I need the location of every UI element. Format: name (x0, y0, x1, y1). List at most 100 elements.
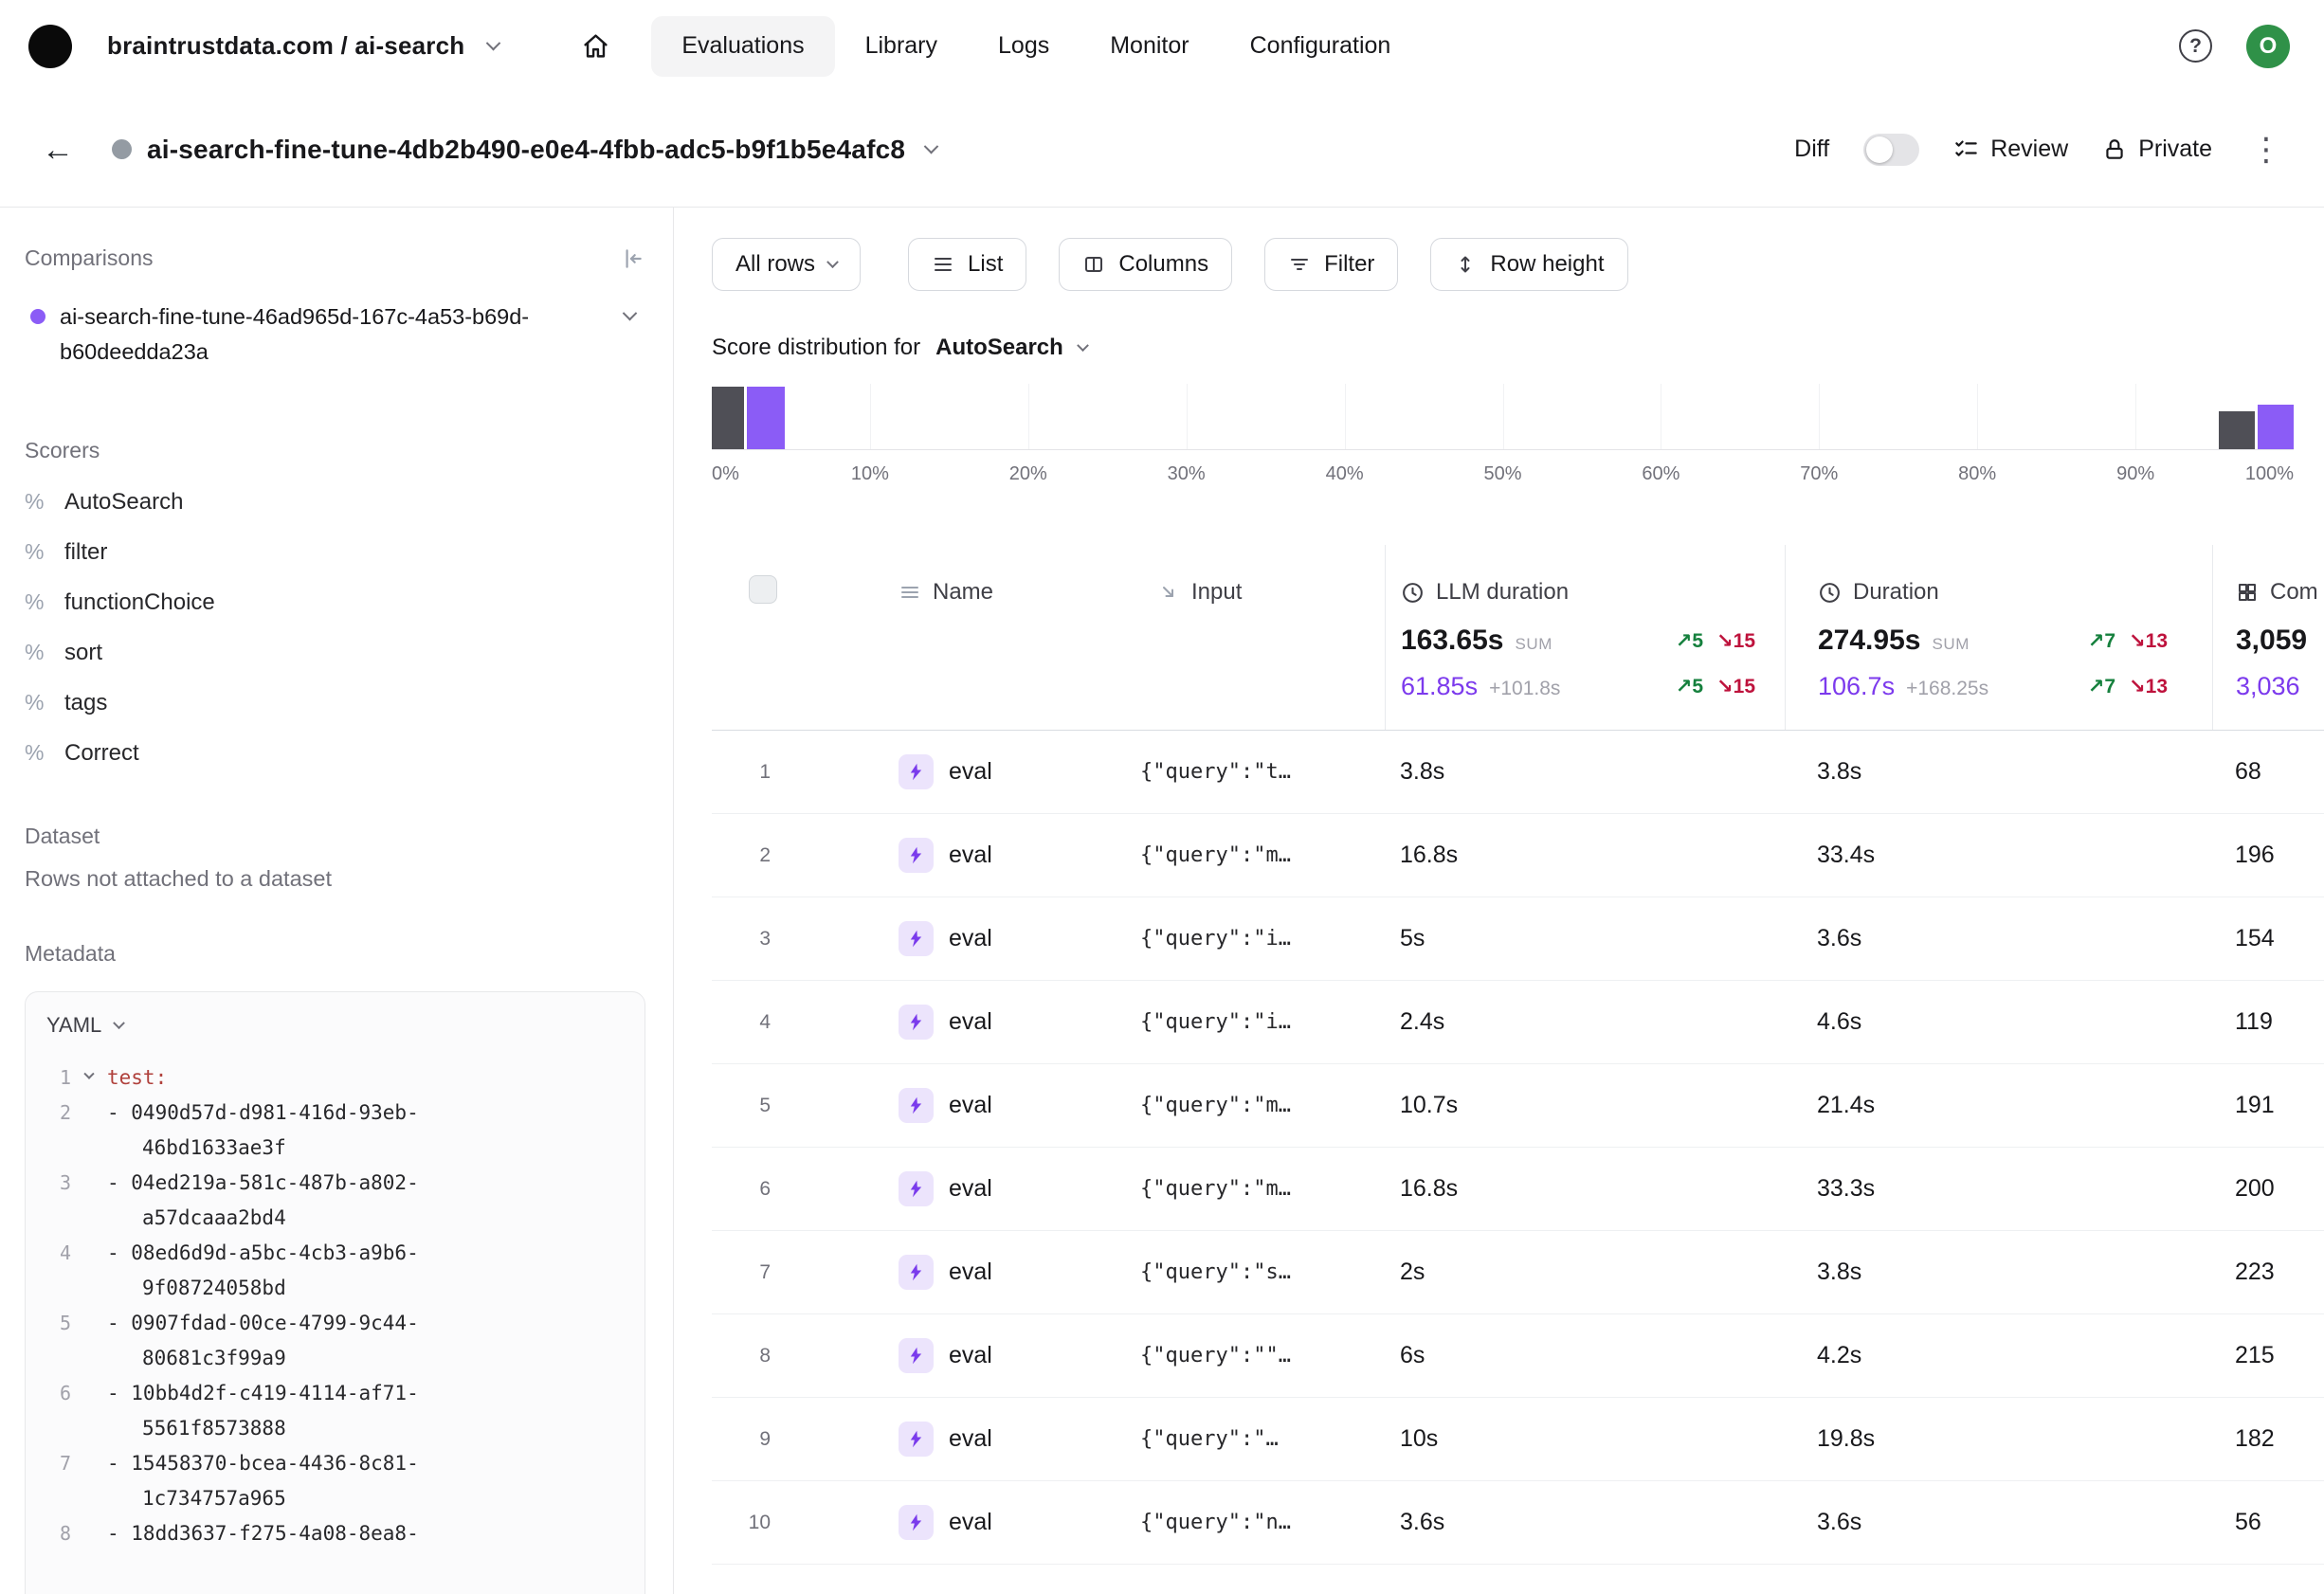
collapse-panel-icon[interactable] (620, 246, 645, 271)
yaml-format-select[interactable]: YAML (26, 992, 645, 1049)
chevron-down-icon[interactable] (924, 139, 939, 154)
row-duration: 33.4s (1785, 842, 2212, 869)
table-row[interactable]: 10 eval {"query":"n… 3.6s 3.6s 56 (712, 1481, 2324, 1565)
row-completion: 215 (2212, 1342, 2324, 1369)
rows-icon (899, 581, 921, 604)
select-all-checkbox[interactable] (749, 575, 777, 604)
trend-down: ↘13 (2129, 629, 2168, 653)
llm-delta: 61.85s (1401, 672, 1478, 701)
collapse-line-icon[interactable] (83, 1069, 94, 1079)
score-distribution-dropdown[interactable]: Score distribution for AutoSearch (712, 335, 2324, 361)
review-checklist-icon (1953, 136, 1979, 162)
table-row[interactable]: 2 eval {"query":"m… 16.8s 33.4s 196 (712, 814, 2324, 897)
scorer-correct[interactable]: % Correct (25, 728, 645, 778)
dataset-title: Dataset (25, 824, 645, 849)
private-button[interactable]: Private (2102, 136, 2212, 163)
column-header-completion[interactable]: Com 3,059 3,036 (2212, 545, 2324, 730)
table-row[interactable]: 9 eval {"query":"… 10s 19.8s 182 (712, 1398, 2324, 1481)
table-row[interactable]: 4 eval {"query":"i… 2.4s 4.6s 119 (712, 981, 2324, 1064)
table-row[interactable]: 5 eval {"query":"m… 10.7s 21.4s 191 (712, 1064, 2324, 1148)
comparison-label: ai-search-fine-tune-46ad965d-167c-4a53-b… (60, 299, 538, 370)
column-header-name[interactable]: Name (870, 545, 1140, 730)
hist-bar-current-0pct (747, 387, 785, 449)
list-view-button[interactable]: List (908, 238, 1026, 291)
diff-toggle[interactable] (1863, 134, 1919, 166)
row-name: eval (949, 1175, 992, 1203)
row-name: eval (949, 1425, 992, 1453)
table-row[interactable]: 1 eval {"query":"t… 3.8s 3.8s 68 (712, 731, 2324, 814)
row-duration: 3.6s (1785, 1509, 2212, 1536)
eval-bolt-icon (899, 1338, 934, 1373)
chevron-down-icon (113, 1017, 125, 1029)
chevron-down-icon (826, 256, 839, 268)
row-completion: 196 (2212, 842, 2324, 869)
tab-logs[interactable]: Logs (968, 16, 1080, 77)
review-button[interactable]: Review (1953, 136, 2068, 163)
private-label: Private (2138, 136, 2212, 163)
home-button[interactable] (582, 32, 609, 60)
toggle-knob (1866, 136, 1893, 163)
table-row[interactable]: 6 eval {"query":"m… 16.8s 33.3s 200 (712, 1148, 2324, 1231)
table-row[interactable]: 3 eval {"query":"i… 5s 3.6s 154 (712, 897, 2324, 981)
row-number: 6 (712, 1178, 771, 1201)
scorer-filter[interactable]: % filter (25, 527, 645, 577)
row-llm-duration: 6s (1385, 1342, 1785, 1369)
row-llm-duration: 2s (1385, 1259, 1785, 1286)
scorer-functionchoice[interactable]: % functionChoice (25, 577, 645, 627)
scorer-tags[interactable]: % tags (25, 678, 645, 728)
back-button[interactable]: ← (42, 134, 74, 166)
table-row[interactable]: 8 eval {"query":""… 6s 4.2s 215 (712, 1314, 2324, 1398)
line-number: 3 (26, 1166, 71, 1201)
comparison-experiment[interactable]: ai-search-fine-tune-46ad965d-167c-4a53-b… (25, 299, 645, 370)
avatar[interactable]: O (2246, 25, 2290, 68)
table-header: Name Input LLM duration (712, 545, 2324, 731)
trend-up: ↗5 (1676, 675, 1703, 698)
distribution-prefix: Score distribution for (712, 335, 920, 361)
help-button[interactable]: ? (2179, 29, 2212, 63)
column-header-input[interactable]: Input (1140, 545, 1385, 730)
tab-evaluations[interactable]: Evaluations (651, 16, 834, 77)
trend-up: ↗5 (1676, 629, 1703, 653)
filter-button[interactable]: Filter (1264, 238, 1398, 291)
chevron-down-icon (486, 36, 501, 51)
kebab-menu[interactable]: ⋮ (2250, 134, 2282, 166)
diff-label: Diff (1794, 136, 1829, 163)
row-llm-duration: 16.8s (1385, 1175, 1785, 1203)
row-input: {"query":"n… (1140, 1511, 1385, 1534)
histogram-plot (712, 384, 2294, 450)
main-content: All rows List Columns (674, 208, 2324, 1594)
review-label: Review (1990, 136, 2068, 163)
row-completion: 56 (2212, 1509, 2324, 1536)
row-input: {"query":"t… (1140, 760, 1385, 784)
home-icon (582, 32, 609, 60)
column-header-duration[interactable]: Duration 274.95s SUM ↗7 ↘13 106.7s (1785, 545, 2212, 730)
row-llm-duration: 2.4s (1385, 1008, 1785, 1036)
hist-bar-comparison-100pct (2219, 411, 2255, 449)
tab-library[interactable]: Library (835, 16, 968, 77)
filter-icon (1288, 253, 1311, 276)
row-completion: 119 (2212, 1008, 2324, 1036)
scorer-sort[interactable]: % sort (25, 627, 645, 678)
tab-monitor[interactable]: Monitor (1080, 16, 1219, 77)
percent-icon: % (25, 740, 49, 766)
row-height-button[interactable]: Row height (1430, 238, 1627, 291)
breadcrumb[interactable]: braintrustdata.com / ai-search (107, 31, 499, 61)
scorers-title: Scorers (25, 438, 645, 463)
columns-button[interactable]: Columns (1059, 238, 1232, 291)
braintrust-logo[interactable] (28, 25, 72, 68)
row-number: 3 (712, 928, 771, 951)
line-number: 7 (26, 1446, 71, 1481)
row-duration: 3.8s (1785, 758, 2212, 786)
row-duration: 4.6s (1785, 1008, 2212, 1036)
row-number: 5 (712, 1095, 771, 1117)
line-number: 6 (26, 1376, 71, 1411)
row-number: 8 (712, 1345, 771, 1368)
table-row[interactable]: 7 eval {"query":"s… 2s 3.8s 223 (712, 1231, 2324, 1314)
columns-icon (1082, 253, 1105, 276)
status-dot (112, 139, 132, 159)
column-header-llm-duration[interactable]: LLM duration 163.65s SUM ↗5 ↘15 61.85s (1385, 545, 1785, 730)
all-rows-dropdown[interactable]: All rows (712, 238, 861, 291)
row-llm-duration: 3.6s (1385, 1509, 1785, 1536)
scorer-autosearch[interactable]: % AutoSearch (25, 477, 645, 527)
tab-configuration[interactable]: Configuration (1220, 16, 1422, 77)
